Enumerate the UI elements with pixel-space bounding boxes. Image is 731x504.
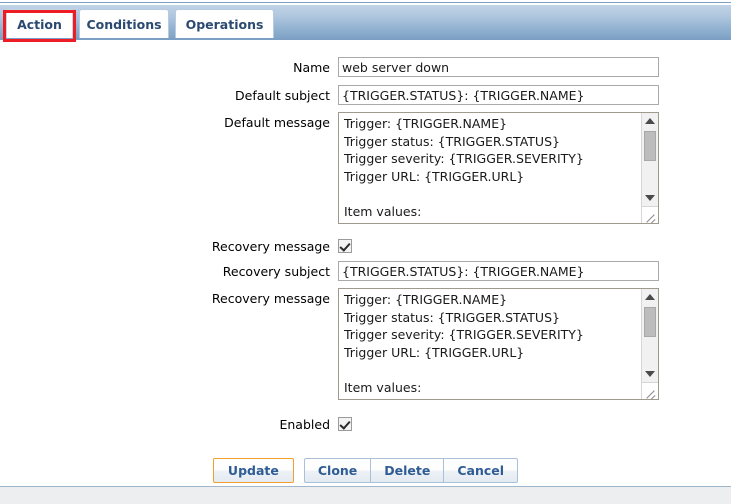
recovery-message-textarea[interactable]: Trigger: {TRIGGER.NAME} Trigger status: … bbox=[338, 288, 659, 400]
delete-button-label: Delete bbox=[384, 463, 431, 478]
recovery-subject-label: Recovery subject bbox=[222, 264, 330, 279]
tab-conditions-label: Conditions bbox=[86, 16, 162, 32]
enabled-label: Enabled bbox=[279, 417, 330, 432]
tab-action[interactable]: Action bbox=[6, 9, 73, 38]
recovery-message-checkbox[interactable] bbox=[338, 239, 352, 253]
resize-grip-icon[interactable] bbox=[641, 206, 658, 223]
recovery-message-toggle-label: Recovery message bbox=[211, 239, 330, 254]
recovery-message-label: Recovery message bbox=[211, 291, 330, 306]
scrollbar-thumb[interactable] bbox=[644, 307, 656, 337]
tab-operations[interactable]: Operations bbox=[175, 9, 274, 38]
scroll-down-icon[interactable] bbox=[642, 367, 658, 381]
tab-bar: Action Conditions Operations bbox=[0, 0, 731, 43]
default-message-clipped-line: 1. {ITEM.NAME1} ({HOST.NAME1}:{ITEM.KEY1… bbox=[339, 210, 627, 223]
tab-band-underline-white bbox=[0, 40, 731, 43]
cancel-button-label: Cancel bbox=[457, 463, 505, 478]
clone-button[interactable]: Clone bbox=[303, 458, 372, 483]
recovery-message-clipped-line: 1. {ITEM.NAME1} ({HOST.NAME1}:{ITEM.KEY1… bbox=[339, 386, 627, 399]
default-message-textarea[interactable]: Trigger: {TRIGGER.NAME} Trigger status: … bbox=[338, 112, 659, 224]
tab-operations-label: Operations bbox=[185, 16, 264, 32]
scrollbar-thumb[interactable] bbox=[644, 131, 656, 161]
resize-grip-icon[interactable] bbox=[641, 382, 658, 399]
scroll-up-icon[interactable] bbox=[642, 290, 658, 304]
tab-action-label: Action bbox=[17, 16, 62, 32]
update-button[interactable]: Update bbox=[212, 458, 294, 483]
name-input[interactable] bbox=[338, 57, 659, 77]
enabled-checkbox[interactable] bbox=[338, 417, 352, 431]
clone-button-label: Clone bbox=[317, 463, 358, 478]
tab-conditions[interactable]: Conditions bbox=[79, 9, 169, 38]
default-subject-label: Default subject bbox=[235, 88, 330, 103]
scroll-up-icon[interactable] bbox=[642, 114, 658, 128]
default-subject-input[interactable] bbox=[338, 85, 659, 105]
default-message-scrollbar[interactable] bbox=[641, 113, 658, 206]
scroll-down-icon[interactable] bbox=[642, 191, 658, 205]
cancel-button[interactable]: Cancel bbox=[444, 458, 519, 483]
recovery-message-scrollbar[interactable] bbox=[641, 289, 658, 382]
recovery-subject-input[interactable] bbox=[338, 261, 659, 281]
update-button-label: Update bbox=[227, 463, 279, 478]
footer-area bbox=[0, 487, 731, 504]
secondary-button-group: Clone Delete Cancel bbox=[303, 458, 519, 483]
form-action-buttons: Update Clone Delete Cancel bbox=[0, 458, 731, 483]
name-label: Name bbox=[293, 60, 330, 75]
default-message-label: Default message bbox=[224, 115, 330, 130]
delete-button[interactable]: Delete bbox=[371, 458, 445, 483]
default-message-text: Trigger: {TRIGGER.NAME} Trigger status: … bbox=[344, 116, 584, 219]
recovery-message-text: Trigger: {TRIGGER.NAME} Trigger status: … bbox=[344, 292, 584, 395]
